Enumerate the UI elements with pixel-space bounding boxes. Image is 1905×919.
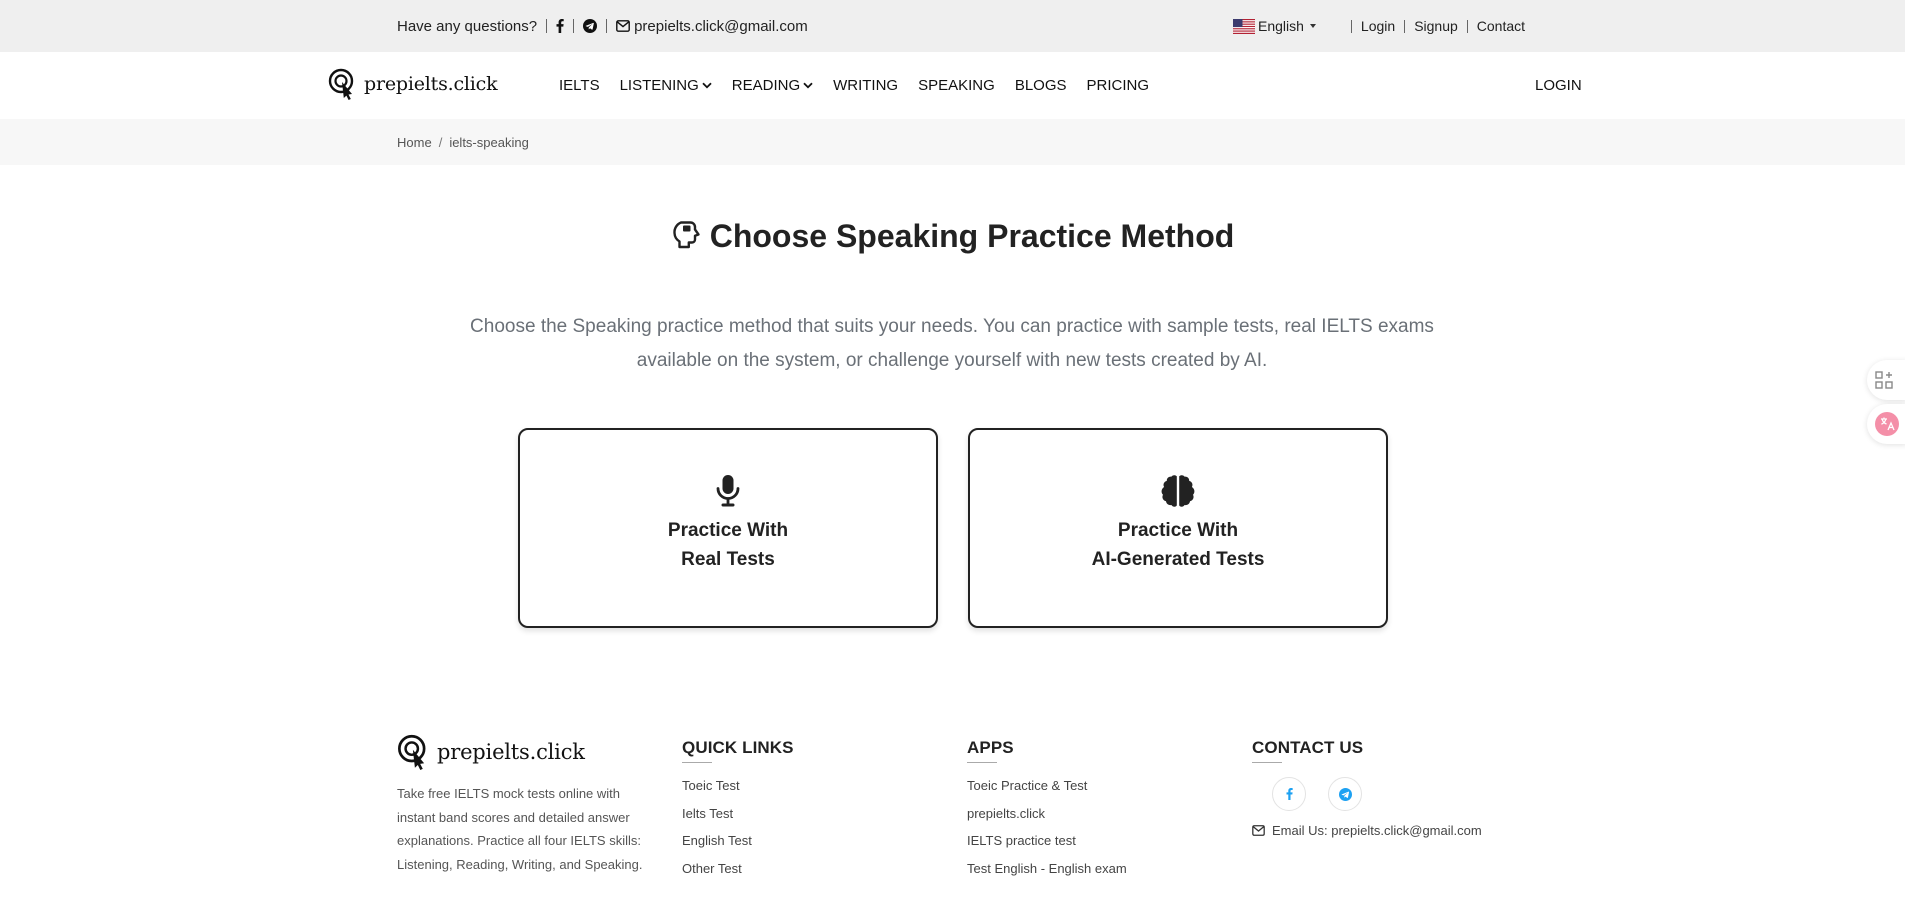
breadcrumb-home[interactable]: Home	[397, 135, 432, 150]
apps-add-icon	[1875, 371, 1893, 389]
logo-icon	[328, 68, 354, 100]
footer-about: prepielts.click Take free IELTS mock tes…	[397, 734, 647, 876]
footer-email[interactable]: Email Us: prepielts.click@gmail.com	[1252, 823, 1482, 838]
microphone-icon	[716, 475, 740, 507]
breadcrumb-current: ielts-speaking	[449, 134, 529, 150]
main-header: prepielts.click IELTS LISTENING READING …	[0, 52, 1905, 119]
footer-link-ielts-test[interactable]: Ielts Test	[682, 806, 794, 821]
app-grid-widget[interactable]	[1867, 360, 1905, 400]
breadcrumb-separator: /	[438, 134, 443, 150]
topbar-email[interactable]: prepielts.click@gmail.com	[616, 18, 808, 35]
footer-link-other-test[interactable]: Other Test	[682, 861, 794, 876]
footer-apps: APPS Toeic Practice & Test prepielts.cli…	[967, 738, 1127, 875]
header-login-link[interactable]: LOGIN	[1535, 52, 1582, 119]
caret-down-icon	[1309, 24, 1316, 28]
chevron-down-icon	[803, 82, 813, 89]
nav-pricing[interactable]: PRICING	[1087, 77, 1150, 94]
us-flag-icon	[1233, 18, 1255, 34]
nav-label: WRITING	[833, 77, 899, 94]
practice-real-tests-card[interactable]: Practice With Real Tests	[518, 428, 938, 628]
footer-logo[interactable]: prepielts.click	[397, 734, 647, 770]
nav-blogs[interactable]: BLOGS	[1015, 77, 1067, 94]
translate-icon	[1875, 412, 1899, 436]
nav-speaking[interactable]: SPEAKING	[918, 77, 995, 94]
footer-facebook-button[interactable]	[1272, 777, 1306, 811]
divider	[1466, 19, 1468, 33]
topbar-login-link[interactable]: Login	[1361, 18, 1395, 34]
nav-label: PRICING	[1086, 77, 1150, 94]
contact-heading: CONTACT US	[1252, 738, 1482, 763]
translate-widget[interactable]	[1867, 404, 1905, 444]
nav-label: LISTENING	[619, 77, 699, 94]
topbar-email-text: prepielts.click@gmail.com	[634, 17, 808, 35]
footer-logo-text: prepielts.click	[437, 740, 585, 764]
apps-heading: APPS	[967, 738, 1127, 763]
telegram-icon[interactable]	[583, 19, 598, 33]
divider	[546, 19, 548, 33]
nav-label: IELTS	[559, 77, 600, 94]
quick-links-heading: QUICK LINKS	[682, 738, 794, 763]
site-logo[interactable]: prepielts.click	[328, 68, 498, 100]
top-bar-right: English Login Signup Contact	[1233, 0, 1525, 52]
chevron-down-icon	[702, 82, 712, 89]
nav-label: BLOGS	[1014, 77, 1067, 94]
footer-app-ielts-practice[interactable]: IELTS practice test	[967, 834, 1127, 848]
footer-contact: CONTACT US Email Us: prepielts.click@gma…	[1252, 738, 1482, 838]
envelope-icon	[616, 20, 630, 32]
breadcrumb-bar: Home / ielts-speaking	[0, 119, 1905, 165]
facebook-icon[interactable]	[556, 19, 564, 33]
nav-listening[interactable]: LISTENING	[620, 77, 712, 94]
topbar-contact-link[interactable]: Contact	[1477, 18, 1525, 34]
logo-icon	[398, 734, 426, 770]
divider	[573, 19, 575, 33]
card-line-1: Practice With	[1117, 520, 1239, 541]
page-title: Choose Speaking Practice Method	[709, 218, 1235, 254]
main-nav: IELTS LISTENING READING WRITING SPEAKING…	[559, 52, 1169, 119]
language-selector[interactable]: English	[1233, 18, 1316, 34]
telegram-icon	[1338, 787, 1352, 801]
social-links	[1272, 777, 1482, 811]
footer-app-test-english[interactable]: Test English - English exam	[967, 861, 1127, 876]
topbar-signup-link[interactable]: Signup	[1414, 18, 1458, 34]
footer-link-toeic-test[interactable]: Toeic Test	[682, 779, 794, 793]
nav-writing[interactable]: WRITING	[833, 77, 898, 94]
nav-label: SPEAKING	[918, 77, 995, 94]
logo-text: prepielts.click	[364, 73, 498, 95]
divider	[1350, 19, 1352, 33]
footer-telegram-button[interactable]	[1328, 777, 1362, 811]
nav-label: READING	[731, 77, 801, 94]
practice-ai-tests-card[interactable]: Practice With AI-Generated Tests	[968, 428, 1388, 628]
nav-reading[interactable]: READING	[732, 77, 813, 94]
card-line-2: AI-Generated Tests	[1091, 549, 1265, 570]
footer-link-english-test[interactable]: English Test	[682, 834, 794, 848]
speaking-head-icon	[673, 220, 700, 248]
footer-email-text: Email Us: prepielts.click@gmail.com	[1272, 823, 1482, 838]
footer-description: Take free IELTS mock tests online with i…	[397, 786, 643, 872]
intro-text: Choose the Speaking practice method that…	[470, 316, 1434, 371]
top-bar-left: Have any questions? prepielts.click@gmai…	[397, 0, 808, 52]
nav-ielts[interactable]: IELTS	[559, 77, 600, 94]
brain-icon	[1161, 475, 1195, 507]
footer-quick-links: QUICK LINKS Toeic Test Ielts Test Englis…	[682, 738, 794, 875]
questions-label: Have any questions?	[397, 17, 538, 35]
top-bar: Have any questions? prepielts.click@gmai…	[0, 0, 1905, 52]
envelope-icon	[1252, 825, 1265, 836]
breadcrumb: Home / ielts-speaking	[397, 119, 529, 165]
card-line-1: Practice With	[667, 520, 789, 541]
card-line-2: Real Tests	[681, 549, 775, 570]
footer-app-toeic[interactable]: Toeic Practice & Test	[967, 779, 1127, 793]
divider	[1404, 19, 1406, 33]
divider	[606, 19, 608, 33]
facebook-icon	[1286, 788, 1293, 800]
title-row: Choose Speaking Practice Method	[0, 218, 1905, 255]
language-label: English	[1258, 18, 1304, 34]
footer-app-prepielts[interactable]: prepielts.click	[967, 806, 1127, 821]
